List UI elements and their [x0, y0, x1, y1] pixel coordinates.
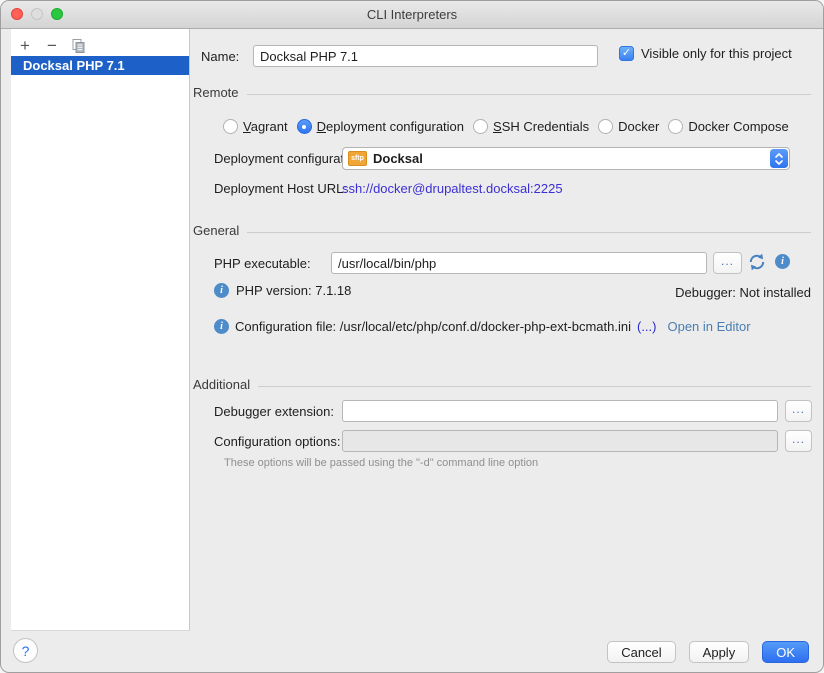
radio-circle[interactable]	[598, 119, 613, 134]
cli-interpreters-dialog: CLI Interpreters + − Docksal PHP 7.1 Nam…	[0, 0, 824, 673]
radio-circle[interactable]	[223, 119, 238, 134]
section-divider	[247, 94, 811, 95]
general-section-header: General	[193, 223, 811, 238]
configuration-options-label: Configuration options:	[214, 434, 340, 449]
radio-vagrant[interactable]: Vagrant	[223, 119, 288, 134]
deployment-host-url-label: Deployment Host URL:	[214, 181, 347, 196]
configuration-options-hint: These options will be passed using the "…	[224, 457, 538, 469]
help-button[interactable]: ?	[13, 638, 38, 663]
show-phpinfo-icon[interactable]: i	[775, 254, 790, 269]
sidebar-item-label: Docksal PHP 7.1	[23, 58, 125, 73]
title-bar: CLI Interpreters	[1, 1, 823, 29]
ok-button[interactable]: OK	[762, 641, 809, 663]
radio-ssh-credentials[interactable]: SSH Credentials	[473, 119, 589, 134]
php-version-row: i PHP version: 7.1.18	[214, 283, 351, 298]
general-section-label: General	[193, 223, 239, 238]
configuration-options-browse-button[interactable]: ...	[785, 430, 812, 452]
debugger-extension-input[interactable]	[342, 400, 778, 422]
radio-deployment-configuration[interactable]: Deployment configuration	[297, 119, 464, 134]
interpreter-settings-panel: Name: ✓ Visible only for this project Re…	[189, 29, 824, 630]
open-in-editor-link[interactable]: Open in Editor	[667, 319, 750, 334]
name-input[interactable]	[253, 45, 598, 67]
radio-circle[interactable]	[668, 119, 683, 134]
radio-docker[interactable]: Docker	[598, 119, 659, 134]
name-label: Name:	[201, 49, 239, 64]
remote-type-radio-group: Vagrant Deployment configuration SSH Cre…	[223, 119, 824, 134]
dialog-buttons: Cancel Apply OK	[607, 641, 809, 663]
sidebar-toolbar: + −	[11, 29, 189, 56]
zoom-window-button[interactable]	[51, 8, 63, 20]
deployment-configuration-select[interactable]: sftp Docksal	[342, 147, 790, 170]
configuration-file-ellipsis-link[interactable]: (...)	[637, 319, 657, 334]
dropdown-stepper-icon[interactable]	[770, 149, 788, 168]
add-interpreter-icon[interactable]: +	[17, 37, 33, 55]
remote-section-label: Remote	[193, 85, 239, 100]
duplicate-interpreter-icon[interactable]	[71, 38, 86, 53]
php-executable-label: PHP executable:	[214, 256, 311, 271]
info-icon: i	[214, 283, 229, 298]
minimize-window-button	[31, 8, 43, 20]
additional-section-header: Additional	[193, 377, 811, 392]
radio-circle-selected[interactable]	[297, 119, 312, 134]
visible-only-checkbox-label: Visible only for this project	[641, 46, 792, 61]
interpreters-sidebar: + − Docksal PHP 7.1	[11, 29, 190, 631]
visible-only-checkbox[interactable]: ✓	[619, 46, 634, 61]
reload-phpinfo-icon[interactable]	[748, 253, 766, 271]
close-window-button[interactable]	[11, 8, 23, 20]
traffic-lights	[11, 8, 63, 20]
window-title: CLI Interpreters	[367, 7, 457, 22]
debugger-extension-label: Debugger extension:	[214, 404, 334, 419]
additional-section-label: Additional	[193, 377, 250, 392]
php-version-text: PHP version: 7.1.18	[236, 283, 351, 298]
sidebar-item-docksal-php[interactable]: Docksal PHP 7.1	[11, 56, 189, 75]
section-divider	[258, 386, 811, 387]
section-divider	[247, 232, 811, 233]
apply-button[interactable]: Apply	[689, 641, 750, 663]
deployment-configuration-value: Docksal	[373, 151, 423, 166]
info-icon: i	[214, 319, 229, 334]
configuration-file-row: i Configuration file: /usr/local/etc/php…	[214, 319, 751, 334]
configuration-options-input[interactable]	[342, 430, 778, 452]
sftp-server-icon: sftp	[348, 151, 367, 166]
debugger-status-text: Debugger: Not installed	[675, 285, 811, 300]
radio-circle[interactable]	[473, 119, 488, 134]
cancel-button[interactable]: Cancel	[607, 641, 675, 663]
visible-only-checkbox-row: ✓ Visible only for this project	[619, 46, 792, 61]
remote-section-header: Remote	[193, 85, 811, 100]
deployment-host-url-value: ssh://docker@drupaltest.docksal:2225	[342, 181, 563, 196]
radio-docker-compose[interactable]: Docker Compose	[668, 119, 788, 134]
configuration-file-text: Configuration file: /usr/local/etc/php/c…	[235, 319, 631, 334]
php-executable-input[interactable]	[331, 252, 707, 274]
php-executable-browse-button[interactable]: ...	[713, 252, 742, 274]
remove-interpreter-icon[interactable]: −	[44, 37, 60, 55]
debugger-extension-browse-button[interactable]: ...	[785, 400, 812, 422]
